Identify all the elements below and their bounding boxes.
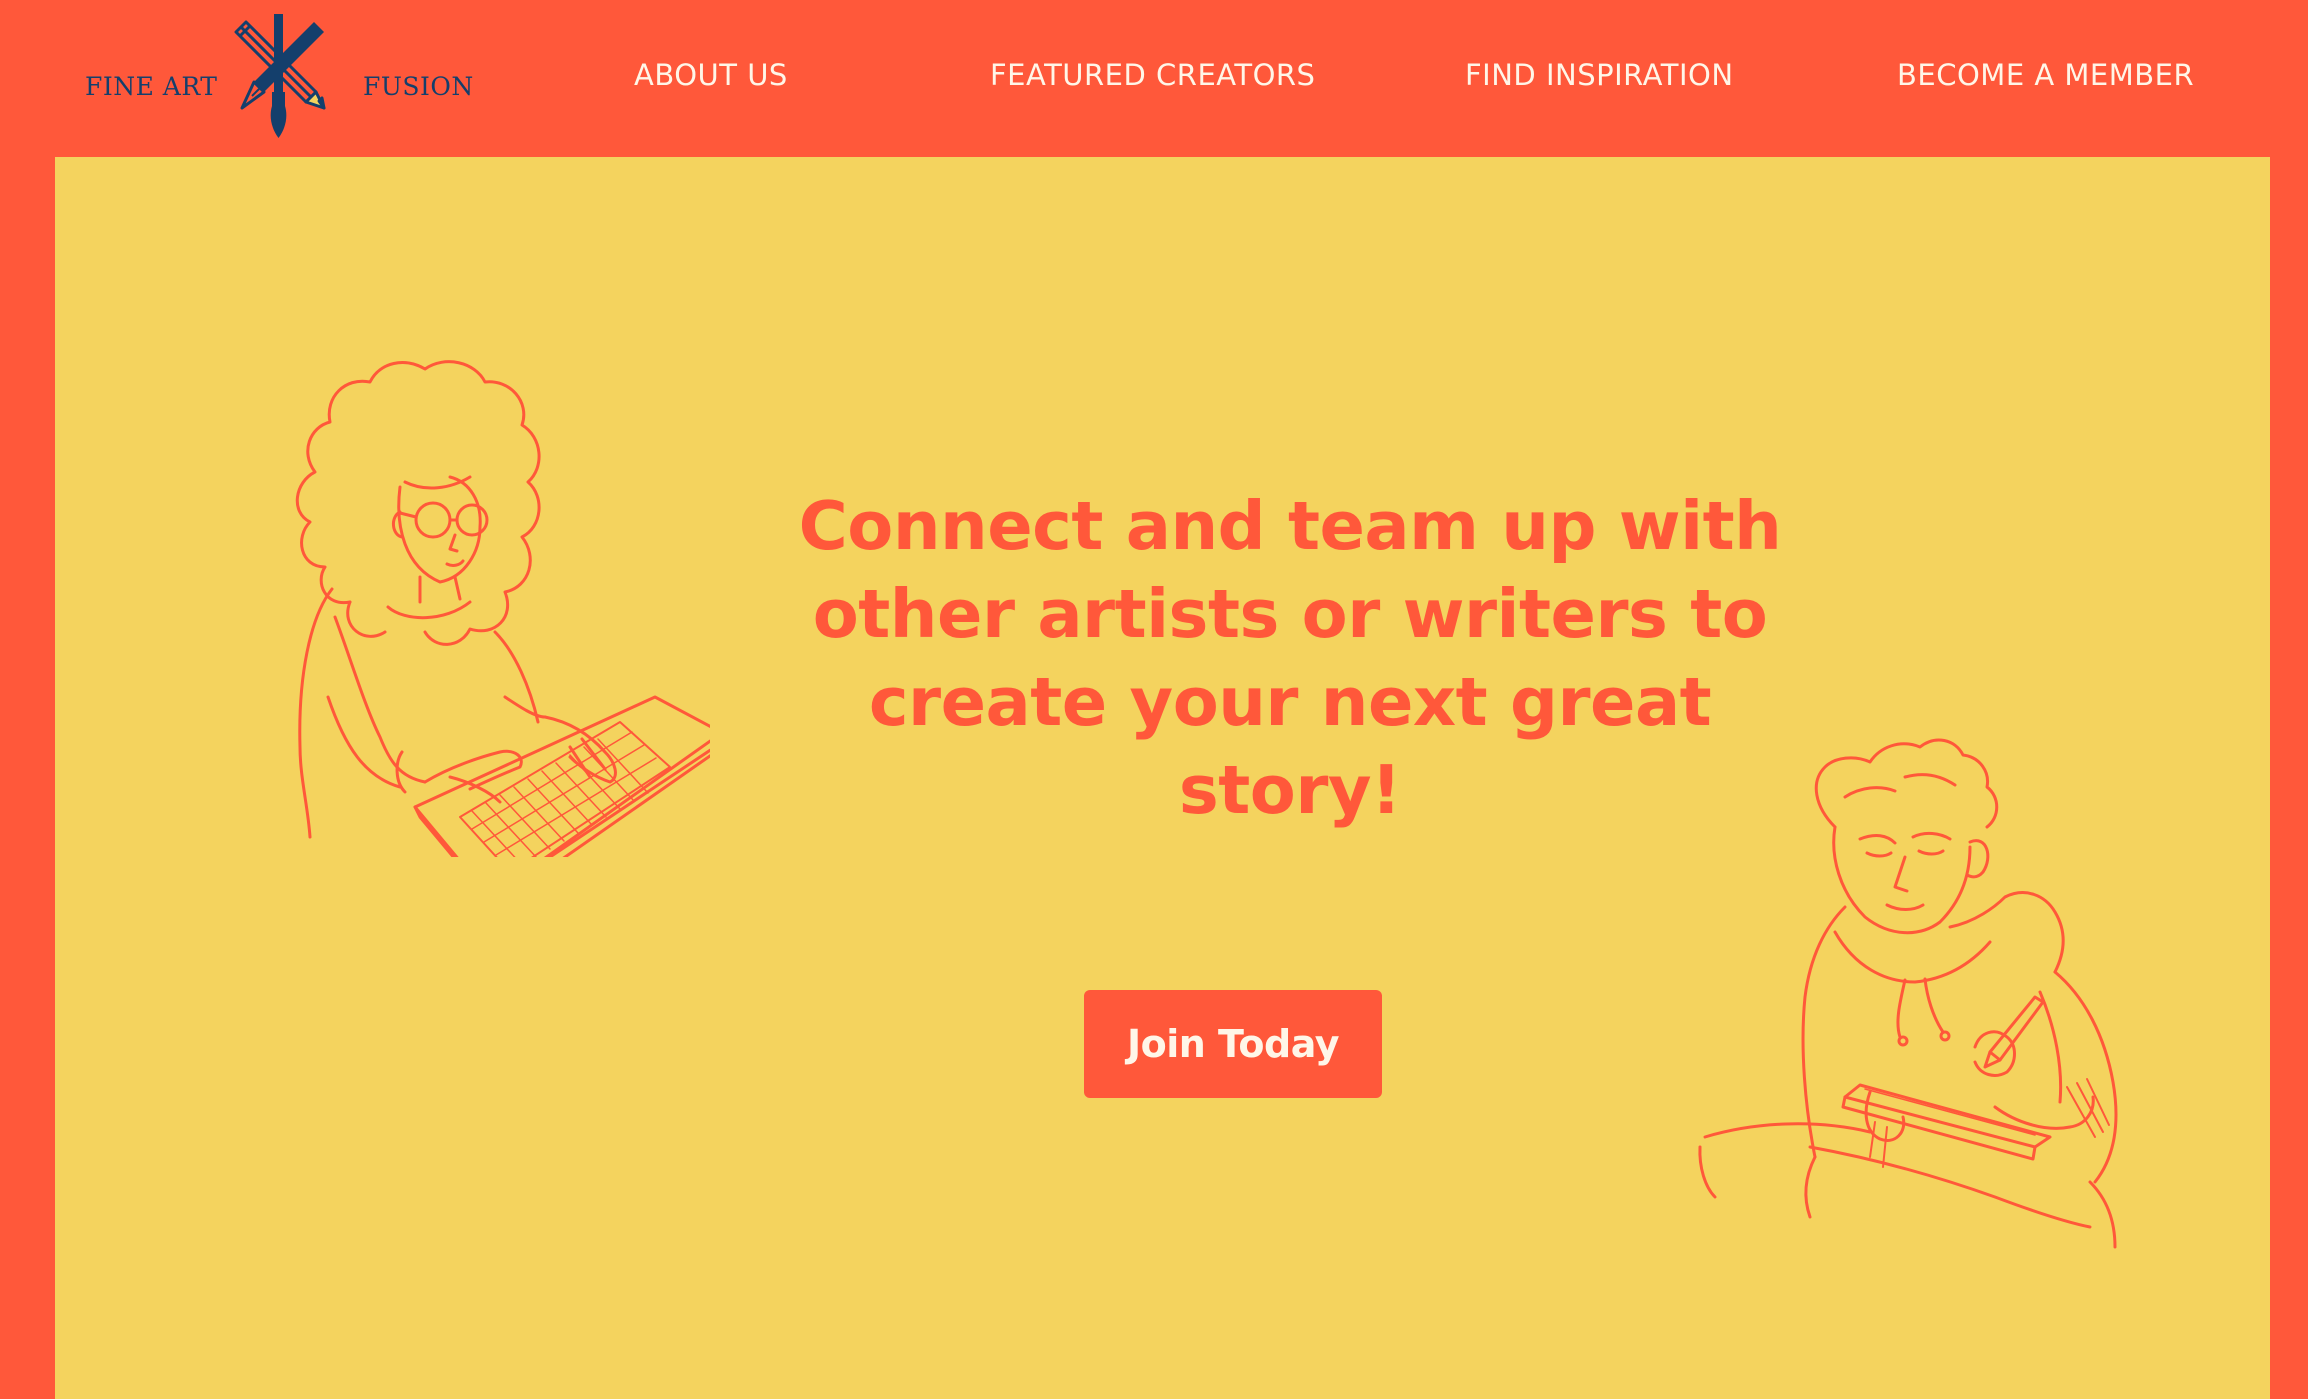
nav-about-us[interactable]: ABOUT US [634, 58, 788, 92]
crossed-pencil-pen-brush-logo-icon [234, 14, 326, 138]
brand-home-link[interactable]: FINE ART FUSION [85, 12, 515, 142]
top-navigation-bar: FINE ART FUSION ABOUT US FEATURED CREATO… [0, 0, 2308, 157]
brand-name-left: FINE ART [85, 72, 218, 101]
hero-section: Connect and team up with other artists o… [55, 157, 2270, 1399]
woman-typing-on-laptop-illustration-icon [295, 360, 710, 857]
man-writing-in-notebook-illustration-icon [1698, 738, 2118, 1249]
join-today-button[interactable]: Join Today [1084, 990, 1382, 1098]
nav-featured-creators[interactable]: FEATURED CREATORS [990, 58, 1315, 92]
nav-become-a-member[interactable]: BECOME A MEMBER [1897, 58, 2194, 92]
brand-name-right: FUSION [363, 72, 474, 101]
hero-headline: Connect and team up with other artists o… [798, 487, 1782, 829]
nav-find-inspiration[interactable]: FIND INSPIRATION [1465, 58, 1734, 92]
